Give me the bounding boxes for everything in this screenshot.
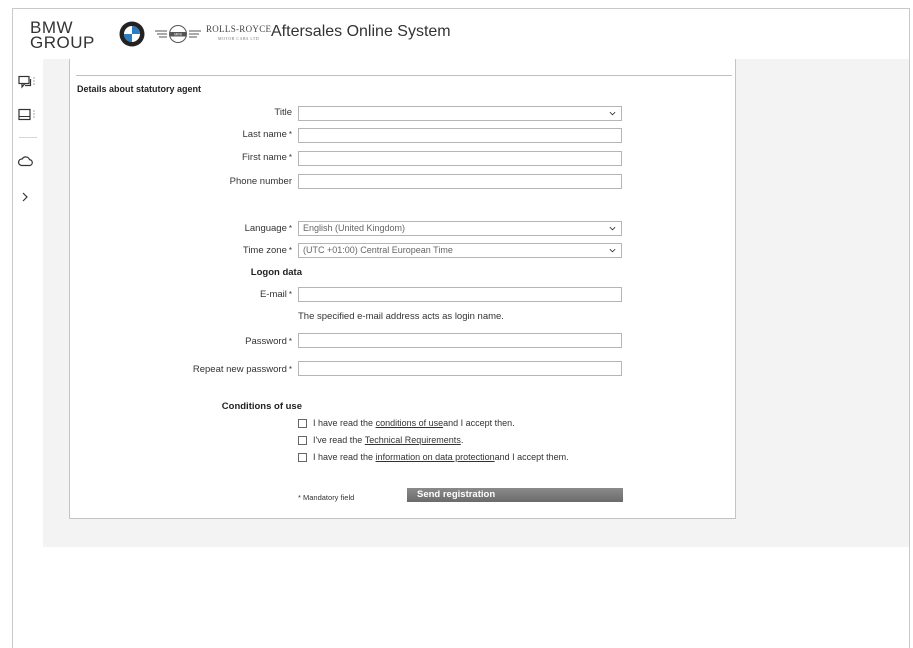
first-name-label: First name * [242, 152, 292, 163]
mandatory-note: * Mandatory field [298, 493, 355, 502]
language-select[interactable]: English (United Kingdom) [298, 221, 622, 236]
mini-logo-icon: MINI [155, 25, 201, 43]
technical-requirements-link[interactable]: Technical Requirements [365, 435, 461, 445]
phone-input[interactable] [298, 174, 622, 189]
section-title: Details about statutory agent [77, 84, 202, 94]
conditions-of-use-checkbox[interactable] [298, 418, 307, 428]
sidebar-expand-button[interactable] [18, 187, 40, 207]
sidebar-cloud-button[interactable] [18, 151, 40, 171]
technical-requirements-checkbox[interactable] [298, 435, 307, 445]
registration-form: Details about statutory agent Title Last… [69, 59, 736, 519]
language-label: Language * [244, 223, 292, 234]
sidebar-chat-button[interactable] [18, 72, 40, 92]
app-title: Aftersales Online System [271, 23, 451, 40]
logon-data-heading: Logon data [250, 267, 302, 278]
conditions-of-use-link[interactable]: conditions of use [376, 418, 444, 428]
rolls-royce-logo: ROLLS-ROYCE MOTOR CARS LTD [206, 24, 272, 41]
email-label: E-mail * [259, 289, 292, 300]
technical-requirements-row: I've read the Technical Requirements. [298, 435, 463, 445]
conditions-of-use-row: I have read the conditions of use and I … [298, 418, 515, 428]
send-registration-button[interactable]: Send registration [407, 488, 623, 502]
timezone-label: Time zone * [242, 245, 292, 256]
timezone-select[interactable]: (UTC +01:00) Central European Time [298, 243, 622, 258]
last-name-label: Last name * [242, 129, 293, 140]
chevron-down-icon [609, 248, 616, 253]
repeat-password-label: Repeat new password * [192, 364, 292, 375]
password-label: Password * [245, 336, 292, 347]
phone-label: Phone number [229, 176, 292, 187]
chevron-down-icon [609, 111, 616, 116]
data-protection-link[interactable]: information on data protection [376, 452, 495, 462]
header: BMW GROUP MINI ROLLS-ROYCE MOTOR CARS LT… [13, 9, 909, 59]
email-input[interactable] [298, 287, 622, 302]
title-select[interactable] [298, 106, 622, 121]
title-label: Title [274, 107, 292, 118]
repeat-password-input[interactable] [298, 361, 622, 376]
data-protection-checkbox[interactable] [298, 452, 307, 462]
conditions-heading: Conditions of use [221, 401, 302, 412]
bmw-roundel-icon [119, 21, 145, 47]
password-input[interactable] [298, 333, 622, 348]
chevron-down-icon [609, 226, 616, 231]
sidebar-tablet-button[interactable] [18, 105, 40, 125]
chevron-right-icon [22, 192, 28, 202]
first-name-input[interactable] [298, 151, 622, 166]
last-name-input[interactable] [298, 128, 622, 143]
cloud-icon [18, 156, 33, 167]
bmw-group-logo: BMW GROUP [30, 18, 95, 52]
tablet-icon [18, 108, 35, 121]
app-window: BMW GROUP MINI ROLLS-ROYCE MOTOR CARS LT… [12, 8, 910, 648]
sidebar [13, 59, 43, 648]
svg-text:MINI: MINI [174, 33, 182, 37]
data-protection-row: I have read the information on data prot… [298, 452, 569, 462]
email-hint: The specified e-mail address acts as log… [298, 311, 504, 322]
chat-icon [18, 75, 35, 89]
divider [76, 75, 732, 76]
sidebar-divider [19, 137, 37, 138]
